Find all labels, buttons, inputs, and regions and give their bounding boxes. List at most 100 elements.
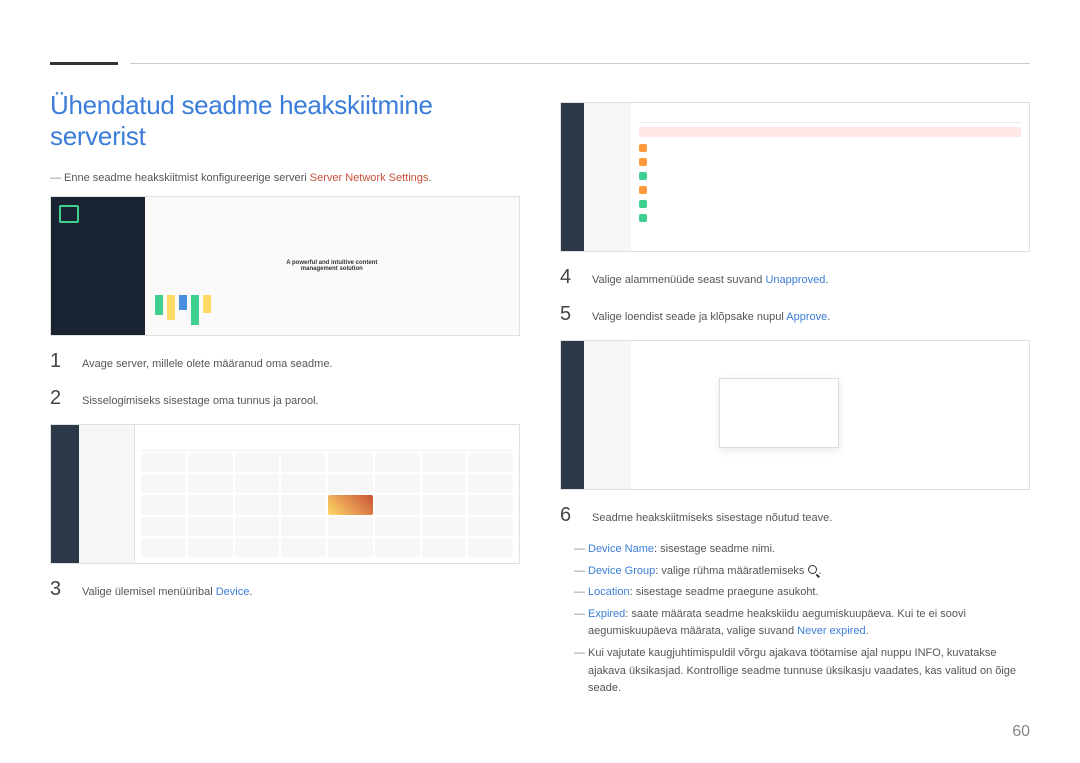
- grid-cell: [188, 517, 233, 536]
- grid-cell: [375, 517, 420, 536]
- bullet-device-name: Device Name: sisestage seadme nimi.: [560, 541, 1030, 559]
- grid-cell: [188, 453, 233, 472]
- screenshot-list: [631, 103, 1029, 251]
- step-prefix: Valige alammenüüde seast suvand: [592, 274, 765, 286]
- grid-cell: [188, 538, 233, 557]
- grid-cell: [188, 495, 233, 514]
- screenshot-side-panel: [584, 103, 631, 251]
- app-logo-icon: [59, 205, 79, 223]
- grid-cell: [328, 538, 373, 557]
- bullet-suffix: .: [866, 625, 869, 637]
- list-row: [639, 155, 1021, 169]
- screenshot-side-panel: [79, 425, 135, 563]
- status-dot-icon: [639, 172, 647, 180]
- grid-cell: [422, 517, 467, 536]
- grid-header: [141, 431, 513, 451]
- grid-cell: [328, 453, 373, 472]
- grid-cell: [235, 474, 280, 493]
- server-network-settings-link[interactable]: Server Network Settings: [310, 172, 429, 184]
- step-number: 1: [50, 350, 66, 373]
- screenshot-nav: [51, 425, 79, 563]
- chart-bar: [167, 295, 175, 320]
- chart-bars: [155, 295, 211, 325]
- grid-cell: [235, 453, 280, 472]
- page-title: Ühendatud seadme heakskiitmine serverist: [50, 90, 520, 152]
- grid-cell: [141, 453, 186, 472]
- grid-cell: [281, 453, 326, 472]
- chart-bar: [203, 295, 211, 313]
- screenshot-approve-dialog: [560, 340, 1030, 490]
- step-suffix: .: [249, 586, 252, 598]
- step-1: 1 Avage server, millele olete määranud o…: [50, 350, 520, 373]
- header-accent-bar: [50, 62, 118, 65]
- grid-cell: [328, 517, 373, 536]
- right-column: 4 Valige alammenüüde seast suvand Unappr…: [560, 90, 1030, 702]
- status-dot-icon: [639, 186, 647, 194]
- grid-cell: [375, 474, 420, 493]
- screenshot-dashboard: A powerful and intuitive content managem…: [145, 197, 519, 335]
- step-number: 3: [50, 578, 66, 601]
- grid-cell: [422, 453, 467, 472]
- bullet-device-group: Device Group: valige rühma määratlemisek…: [560, 563, 1030, 581]
- grid-cell-highlighted: [328, 495, 373, 514]
- never-expired-link[interactable]: Never expired: [797, 625, 865, 637]
- device-group-label: Device Group: [588, 565, 655, 577]
- step-suffix: .: [827, 311, 830, 323]
- list-row: [639, 183, 1021, 197]
- grid-cell: [468, 474, 513, 493]
- screenshot-sidebar: [51, 197, 145, 335]
- location-label: Location: [588, 586, 630, 598]
- grid-cell: [422, 495, 467, 514]
- bullet-info: Kui vajutate kaugjuhtimispuldil võrgu aj…: [560, 645, 1030, 698]
- step-number: 4: [560, 266, 576, 289]
- main-content: Ühendatud seadme heakskiitmine serverist…: [50, 90, 1030, 702]
- bullet-text: Kui vajutate kaugjuhtimispuldil võrgu aj…: [588, 647, 1016, 694]
- grid-cell: [235, 495, 280, 514]
- device-link[interactable]: Device: [216, 586, 250, 598]
- bullet-prefix: : valige rühma määratlemiseks: [655, 565, 807, 577]
- step-text: Valige ülemisel menüüribal Device.: [82, 578, 252, 601]
- step-text: Seadme heakskiitmiseks sisestage nõutud …: [592, 504, 832, 527]
- grid-cell: [281, 495, 326, 514]
- warning-banner: [639, 127, 1021, 137]
- status-dot-icon: [639, 158, 647, 166]
- status-dot-icon: [639, 144, 647, 152]
- chart-bar: [155, 295, 163, 315]
- grid-cell: [281, 474, 326, 493]
- grid-cell: [141, 474, 186, 493]
- intro-note: Enne seadme heakskiitmist konfigureerige…: [50, 172, 520, 184]
- grid-cell: [235, 517, 280, 536]
- page-number: 60: [1012, 723, 1030, 741]
- step-2: 2 Sisselogimiseks sisestage oma tunnus j…: [50, 387, 520, 410]
- status-dot-icon: [639, 200, 647, 208]
- bullet-expired: Expired: saate määrata seadme heakskiidu…: [560, 606, 1030, 641]
- grid-cell: [468, 517, 513, 536]
- grid-cell: [188, 474, 233, 493]
- approve-dialog: [719, 378, 839, 448]
- left-column: Ühendatud seadme heakskiitmine serverist…: [50, 90, 520, 702]
- screenshot-device-grid: [50, 424, 520, 564]
- screenshot-side-panel: [584, 341, 631, 489]
- approve-link[interactable]: Approve: [786, 311, 827, 323]
- screenshot-nav: [561, 341, 584, 489]
- step-number: 2: [50, 387, 66, 410]
- screenshot-unapproved-list: [560, 102, 1030, 252]
- step-text: Sisselogimiseks sisestage oma tunnus ja …: [82, 387, 319, 410]
- grid-cell: [141, 538, 186, 557]
- list-row: [639, 169, 1021, 183]
- step-text: Valige loendist seade ja klõpsake nupul …: [592, 303, 830, 326]
- grid-cell: [468, 453, 513, 472]
- device-name-label: Device Name: [588, 543, 654, 555]
- bullet-text: : sisestage seadme praegune asukoht.: [630, 586, 819, 598]
- intro-suffix: .: [428, 172, 431, 184]
- screenshot-main: [631, 341, 1029, 489]
- grid-cell: [422, 538, 467, 557]
- grid-cell: [141, 495, 186, 514]
- header-divider: [130, 63, 1030, 64]
- chart-bar: [191, 295, 199, 325]
- grid-cell: [281, 538, 326, 557]
- grid-cell: [281, 517, 326, 536]
- step-prefix: Valige ülemisel menüüribal: [82, 586, 216, 598]
- expired-label: Expired: [588, 608, 625, 620]
- unapproved-link[interactable]: Unapproved: [765, 274, 825, 286]
